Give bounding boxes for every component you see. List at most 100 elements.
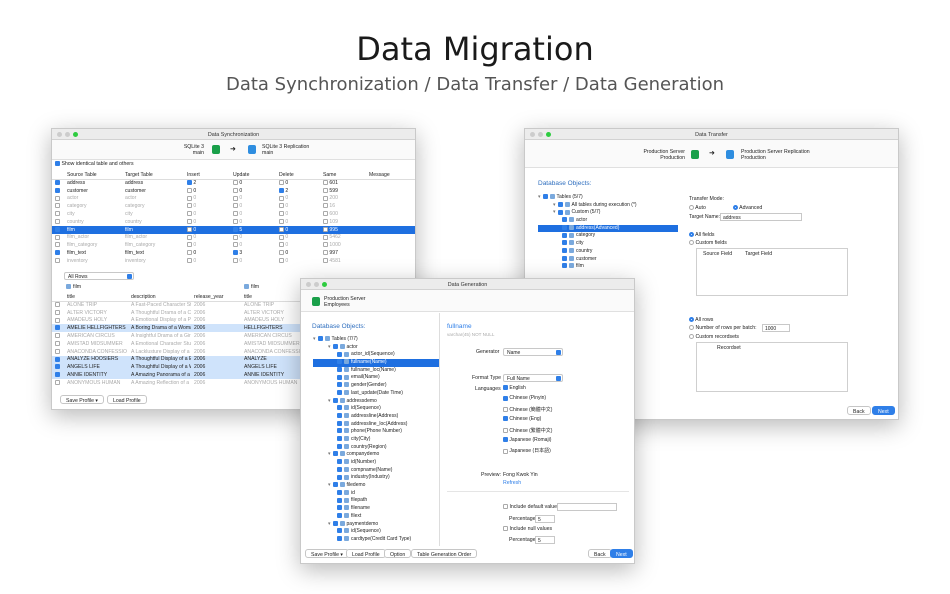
table-row[interactable]: country country 0 0 0 109: [52, 218, 415, 226]
row-checkbox[interactable]: [233, 226, 238, 232]
splitter[interactable]: [439, 313, 440, 546]
tree-node[interactable]: city(City): [313, 436, 439, 444]
row-checkbox[interactable]: [187, 211, 192, 217]
row-checkbox[interactable]: [187, 242, 192, 248]
row-checkbox[interactable]: [233, 250, 238, 256]
transfer-next-button[interactable]: Next: [872, 406, 895, 415]
tree-node[interactable]: filename: [313, 505, 439, 513]
detail-row[interactable]: ANGELS LIFE A Thoughtful Display of a W 20…: [52, 363, 324, 372]
table-row[interactable]: film film 0 5 0 995: [52, 225, 415, 234]
row-checkbox[interactable]: [233, 258, 238, 264]
tree-node[interactable]: ▾ Tables (7/7): [313, 336, 439, 344]
gen-next-button[interactable]: Next: [610, 549, 633, 558]
tree-node[interactable]: id(Number): [313, 459, 439, 467]
tree-node[interactable]: last_update(Date Time): [313, 390, 439, 398]
row-checkbox[interactable]: [233, 234, 238, 240]
generator-select[interactable]: Name: [503, 348, 563, 356]
row-checkbox[interactable]: [323, 234, 328, 240]
row-checkbox[interactable]: [279, 203, 284, 209]
row-checkbox[interactable]: [55, 242, 60, 248]
row-checkbox[interactable]: [279, 250, 284, 256]
row-checkbox[interactable]: [55, 180, 60, 186]
row-checkbox[interactable]: [279, 226, 284, 232]
tree-node[interactable]: ▾ Custom (5/7): [538, 209, 678, 217]
row-checkbox[interactable]: [233, 203, 238, 209]
show-identical-checkbox[interactable]: Show identical table and others: [55, 161, 134, 167]
target-name-field[interactable]: address: [720, 213, 802, 221]
row-checkbox[interactable]: [323, 258, 328, 264]
all-rows-radio[interactable]: All rows: [689, 317, 713, 323]
recordset-list[interactable]: Recordset: [696, 342, 848, 392]
tree-node[interactable]: ▾ companydemo: [313, 451, 439, 459]
table-row[interactable]: inventory inventory 0 0 0 4581: [52, 257, 415, 265]
row-checkbox[interactable]: [187, 258, 192, 264]
tree-node[interactable]: compname(Name): [313, 467, 439, 475]
row-checkbox[interactable]: [279, 258, 284, 264]
table-row[interactable]: film_actor film_actor 0 0 0 5462: [52, 234, 415, 242]
row-checkbox[interactable]: [323, 195, 328, 201]
rows-per-batch-radio[interactable]: Number of rows per batch:: [689, 325, 757, 331]
row-checkbox[interactable]: [323, 226, 328, 232]
table-row[interactable]: film_text film_text 0 3 0 997: [52, 249, 415, 257]
tree-node[interactable]: category: [538, 232, 678, 240]
detail-row[interactable]: ANNIE IDENTITY A Amazing Panorama of a P2…: [52, 371, 324, 379]
null-percentage-field[interactable]: 5: [535, 536, 555, 544]
all-fields-radio[interactable]: All fields: [689, 232, 714, 238]
detail-row[interactable]: AMERICAN CIRCUS A Insightful Drama of a G…: [52, 332, 324, 340]
row-checkbox[interactable]: [187, 234, 192, 240]
tree-node[interactable]: ▾ All tables during execution (*): [538, 202, 678, 210]
table-row[interactable]: film_category film_category 0 0 0 1000: [52, 241, 415, 249]
tree-node[interactable]: id: [313, 490, 439, 498]
row-checkbox[interactable]: [279, 195, 284, 201]
table-row[interactable]: actor actor 0 0 0 200: [52, 195, 415, 203]
sync-load-profile-button[interactable]: Load Profile: [107, 395, 147, 404]
row-checkbox[interactable]: [279, 219, 284, 225]
tree-node[interactable]: city: [538, 240, 678, 248]
row-checkbox[interactable]: [233, 180, 238, 186]
row-checkbox[interactable]: [55, 195, 60, 201]
option-button[interactable]: Option: [384, 549, 412, 558]
row-checkbox[interactable]: [323, 219, 328, 225]
tree-node[interactable]: gender(Gender): [313, 382, 439, 390]
tree-node[interactable]: industry(Industry): [313, 474, 439, 482]
gen-back-button[interactable]: Back: [588, 549, 612, 558]
detail-row[interactable]: AMADEUS HOLY A Emotional Display of a Pio…: [52, 317, 324, 325]
tree-node[interactable]: email(Name): [313, 374, 439, 382]
row-checkbox[interactable]: [55, 203, 60, 209]
table-row[interactable]: city city 0 0 0 600: [52, 210, 415, 218]
row-checkbox[interactable]: [187, 195, 192, 201]
rows-filter-select[interactable]: All Rows: [64, 272, 134, 280]
field-mapping-list[interactable]: Source Field Target Field: [696, 248, 848, 296]
detail-row[interactable]: AMELIE HELLFIGHTERS A Boring Drama of a W…: [52, 324, 324, 333]
row-checkbox[interactable]: [233, 211, 238, 217]
row-checkbox[interactable]: [55, 250, 60, 256]
row-checkbox[interactable]: [323, 211, 328, 217]
row-checkbox[interactable]: [187, 219, 192, 225]
row-checkbox[interactable]: [233, 242, 238, 248]
tree-node[interactable]: actor_id(Sequence): [313, 351, 439, 359]
auto-radio[interactable]: Auto: [689, 205, 706, 211]
tree-node[interactable]: customer: [538, 256, 678, 264]
row-checkbox[interactable]: [187, 250, 192, 256]
row-checkbox[interactable]: [323, 180, 328, 186]
batch-size-field[interactable]: 1000: [762, 324, 790, 332]
tree-node[interactable]: ▾ paymentdemo: [313, 521, 439, 529]
tree-node[interactable]: fullname_loc(Name): [313, 367, 439, 375]
detail-row[interactable]: ALTER VICTORY A Thoughtful Drama of a Co 2…: [52, 309, 324, 317]
default-values-field[interactable]: [557, 503, 617, 511]
language-checkbox[interactable]: Japanese (Romaji): [503, 437, 552, 447]
refresh-link[interactable]: Refresh: [503, 480, 521, 486]
row-checkbox[interactable]: [279, 211, 284, 217]
tree-node[interactable]: address(Advanced): [538, 224, 678, 233]
detail-row[interactable]: ANALYZE HOOSIERS A Thoughtful Display of …: [52, 355, 324, 364]
row-checkbox[interactable]: [233, 219, 238, 225]
row-checkbox[interactable]: [187, 187, 192, 193]
tree-node[interactable]: id(Sequence): [313, 405, 439, 413]
row-checkbox[interactable]: [187, 203, 192, 209]
row-checkbox[interactable]: [187, 180, 192, 186]
tree-node[interactable]: ▾ filedemo: [313, 482, 439, 490]
sync-save-profile-button[interactable]: Save Profile ▾: [60, 395, 105, 404]
percentage-field[interactable]: 5: [535, 515, 555, 523]
table-row[interactable]: address address 2 0 0 601: [52, 179, 415, 187]
row-checkbox[interactable]: [279, 187, 284, 193]
